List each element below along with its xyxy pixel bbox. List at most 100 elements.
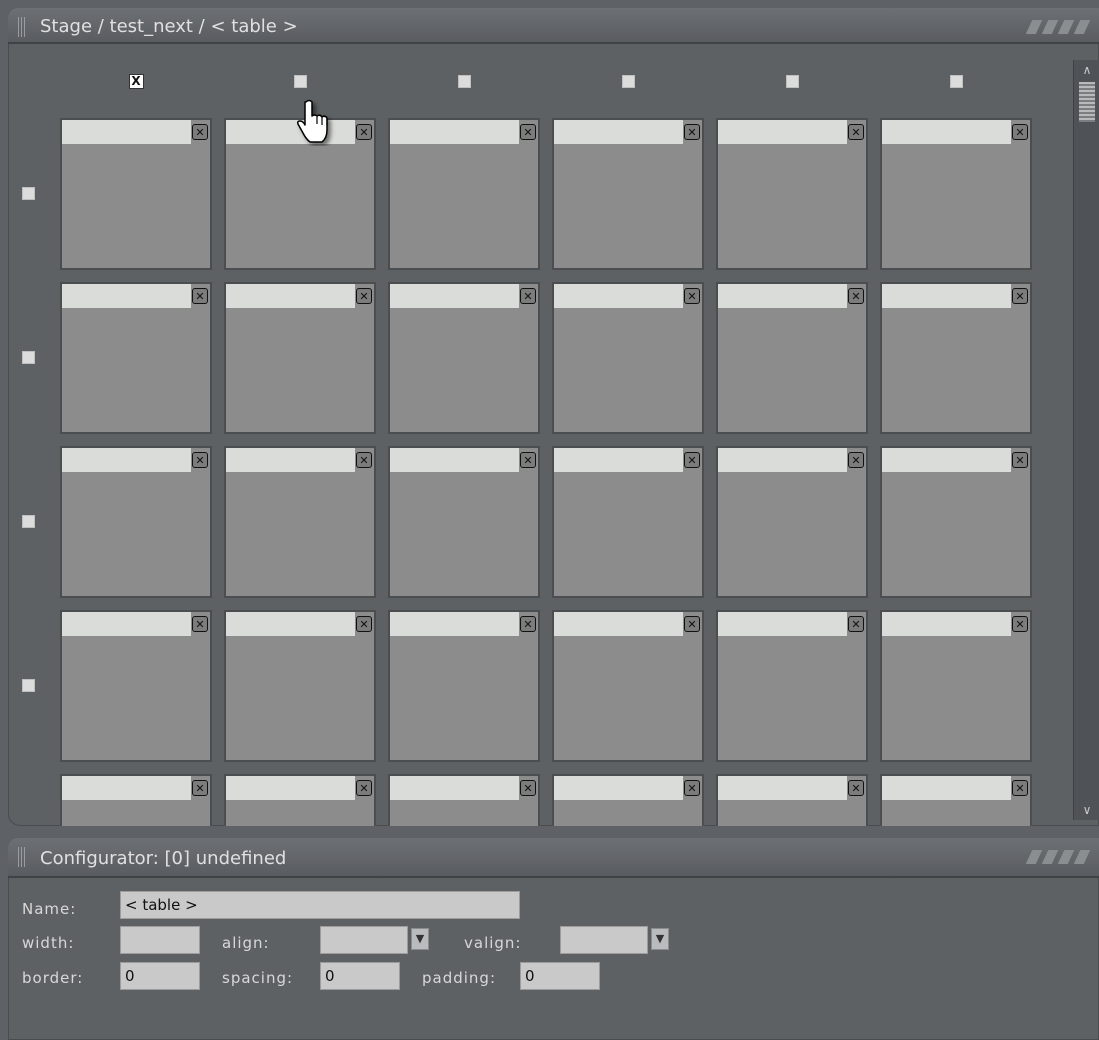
cell-header-bar[interactable] bbox=[390, 612, 519, 636]
table-cell[interactable]: ✕ bbox=[60, 118, 212, 270]
row-select-checkbox[interactable] bbox=[22, 351, 35, 364]
cell-header-bar[interactable] bbox=[390, 448, 519, 472]
cell-header-bar[interactable] bbox=[882, 776, 1011, 800]
cell-header-bar[interactable] bbox=[62, 284, 191, 308]
cell-header-bar[interactable] bbox=[718, 284, 847, 308]
cell-header-bar[interactable] bbox=[882, 612, 1011, 636]
close-box-icon[interactable]: ✕ bbox=[520, 452, 536, 468]
row-select-checkbox[interactable] bbox=[22, 187, 35, 200]
table-cell[interactable]: ✕ bbox=[552, 774, 704, 826]
table-cell[interactable]: ✕ bbox=[388, 446, 540, 598]
cell-header-bar[interactable] bbox=[390, 120, 519, 144]
scroll-down-arrow-icon[interactable]: ∨ bbox=[1074, 800, 1099, 820]
cell-header-bar[interactable] bbox=[226, 448, 355, 472]
column-select-checkbox[interactable] bbox=[457, 74, 471, 88]
close-box-icon[interactable]: ✕ bbox=[848, 616, 864, 632]
scroll-up-arrow-icon[interactable]: ∧ bbox=[1074, 60, 1099, 80]
cell-header-bar[interactable] bbox=[62, 120, 191, 144]
table-cell[interactable]: ✕ bbox=[552, 446, 704, 598]
close-box-icon[interactable]: ✕ bbox=[520, 616, 536, 632]
table-cell[interactable]: ✕ bbox=[880, 610, 1032, 762]
cell-header-bar[interactable] bbox=[554, 612, 683, 636]
row-select-checkbox[interactable] bbox=[22, 515, 35, 528]
cell-header-bar[interactable] bbox=[390, 284, 519, 308]
close-box-icon[interactable]: ✕ bbox=[848, 124, 864, 140]
column-select-checkbox[interactable] bbox=[785, 74, 799, 88]
close-box-icon[interactable]: ✕ bbox=[520, 124, 536, 140]
cell-header-bar[interactable] bbox=[882, 448, 1011, 472]
cell-header-bar[interactable] bbox=[554, 776, 683, 800]
cell-header-bar[interactable] bbox=[62, 612, 191, 636]
cell-header-bar[interactable] bbox=[554, 448, 683, 472]
table-cell[interactable]: ✕ bbox=[880, 774, 1032, 826]
grip-handle-icon[interactable] bbox=[18, 847, 27, 867]
table-cell[interactable]: ✕ bbox=[716, 610, 868, 762]
close-box-icon[interactable]: ✕ bbox=[520, 288, 536, 304]
close-box-icon[interactable]: ✕ bbox=[848, 452, 864, 468]
close-box-icon[interactable]: ✕ bbox=[192, 452, 208, 468]
column-select-checkbox[interactable]: X bbox=[128, 73, 144, 89]
close-box-icon[interactable]: ✕ bbox=[1012, 616, 1028, 632]
table-cell[interactable]: ✕ bbox=[716, 446, 868, 598]
column-select-checkbox[interactable] bbox=[621, 74, 635, 88]
close-box-icon[interactable]: ✕ bbox=[356, 780, 372, 796]
cell-header-bar[interactable] bbox=[226, 776, 355, 800]
cell-header-bar[interactable] bbox=[882, 120, 1011, 144]
close-box-icon[interactable]: ✕ bbox=[356, 452, 372, 468]
grip-handle-icon[interactable] bbox=[18, 17, 27, 37]
spacing-field[interactable]: 0 bbox=[320, 962, 400, 990]
close-box-icon[interactable]: ✕ bbox=[848, 288, 864, 304]
table-cell[interactable]: ✕ bbox=[552, 118, 704, 270]
cell-header-bar[interactable] bbox=[62, 776, 191, 800]
table-cell[interactable]: ✕ bbox=[880, 118, 1032, 270]
close-box-icon[interactable]: ✕ bbox=[1012, 124, 1028, 140]
column-select-checkbox[interactable] bbox=[293, 74, 307, 88]
close-box-icon[interactable]: ✕ bbox=[684, 124, 700, 140]
table-cell[interactable]: ✕ bbox=[716, 774, 868, 826]
close-box-icon[interactable]: ✕ bbox=[192, 616, 208, 632]
close-box-icon[interactable]: ✕ bbox=[192, 780, 208, 796]
table-cell[interactable]: ✕ bbox=[716, 282, 868, 434]
close-box-icon[interactable]: ✕ bbox=[684, 780, 700, 796]
table-cell[interactable]: ✕ bbox=[880, 282, 1032, 434]
close-box-icon[interactable]: ✕ bbox=[848, 780, 864, 796]
table-cell[interactable]: ✕ bbox=[224, 282, 376, 434]
table-cell[interactable]: ✕ bbox=[716, 118, 868, 270]
table-cell[interactable]: ✕ bbox=[388, 118, 540, 270]
table-cell[interactable]: ✕ bbox=[60, 774, 212, 826]
close-box-icon[interactable]: ✕ bbox=[356, 288, 372, 304]
close-box-icon[interactable]: ✕ bbox=[1012, 288, 1028, 304]
name-field[interactable]: < table > bbox=[120, 891, 520, 919]
table-cell[interactable]: ✕ bbox=[388, 774, 540, 826]
table-cell[interactable]: ✕ bbox=[388, 282, 540, 434]
table-cell[interactable]: ✕ bbox=[552, 610, 704, 762]
table-cell[interactable]: ✕ bbox=[880, 446, 1032, 598]
close-box-icon[interactable]: ✕ bbox=[192, 288, 208, 304]
close-box-icon[interactable]: ✕ bbox=[1012, 780, 1028, 796]
close-box-icon[interactable]: ✕ bbox=[684, 288, 700, 304]
row-select-checkbox[interactable] bbox=[22, 679, 35, 692]
table-cell[interactable]: ✕ bbox=[60, 446, 212, 598]
cell-header-bar[interactable] bbox=[882, 284, 1011, 308]
configurator-titlebar[interactable]: Configurator: [0] undefined bbox=[8, 838, 1099, 878]
padding-field[interactable]: 0 bbox=[520, 962, 600, 990]
close-box-icon[interactable]: ✕ bbox=[684, 616, 700, 632]
table-cell[interactable]: ✕ bbox=[60, 282, 212, 434]
table-cell[interactable]: ✕ bbox=[552, 282, 704, 434]
cell-header-bar[interactable] bbox=[226, 612, 355, 636]
align-select[interactable] bbox=[320, 926, 408, 954]
width-field[interactable] bbox=[120, 926, 200, 954]
cell-header-bar[interactable] bbox=[718, 120, 847, 144]
vertical-scrollbar[interactable]: ∧ ∨ bbox=[1073, 60, 1099, 820]
cell-header-bar[interactable] bbox=[226, 284, 355, 308]
column-select-checkbox[interactable] bbox=[949, 74, 963, 88]
scroll-thumb[interactable] bbox=[1079, 82, 1095, 122]
close-box-icon[interactable]: ✕ bbox=[684, 452, 700, 468]
table-cell[interactable]: ✕ bbox=[224, 774, 376, 826]
cell-header-bar[interactable] bbox=[554, 284, 683, 308]
close-box-icon[interactable]: ✕ bbox=[192, 124, 208, 140]
table-cell[interactable]: ✕ bbox=[388, 610, 540, 762]
cell-header-bar[interactable] bbox=[718, 448, 847, 472]
valign-dropdown-arrow-icon[interactable]: ▼ bbox=[651, 928, 669, 950]
stage-titlebar[interactable]: Stage / test_next / < table > bbox=[8, 8, 1099, 44]
